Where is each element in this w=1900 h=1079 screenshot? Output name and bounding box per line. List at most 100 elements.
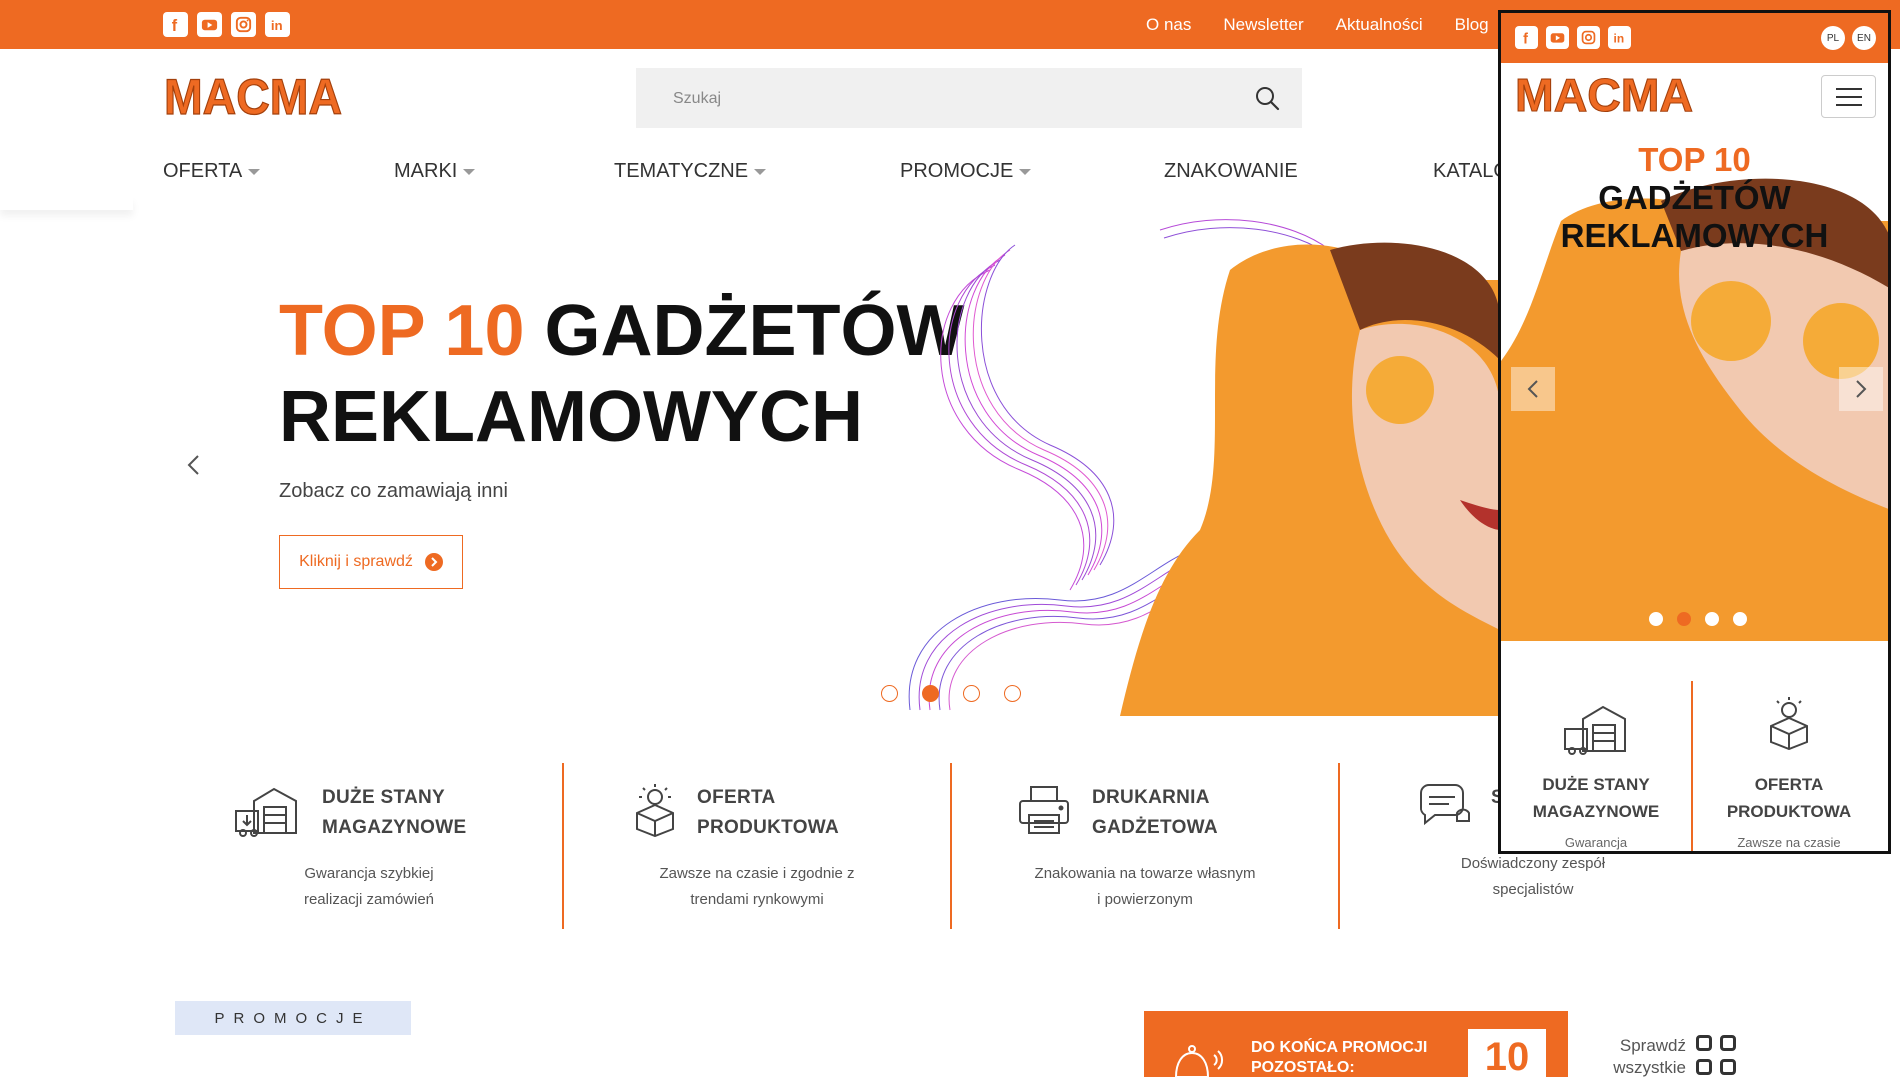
menu-oferta[interactable]: OFERTA	[163, 160, 261, 183]
slider-dot-active[interactable]	[922, 685, 939, 702]
warehouse-icon	[234, 783, 298, 842]
hero-title: TOP 10 GADŻETÓW REKLAMOWYCH	[279, 291, 965, 457]
slider-dots	[881, 685, 1021, 702]
countdown-text: DO KOŃCA PROMOCJI POZOSTAŁO:	[1251, 1039, 1428, 1076]
mobile-slider-dots	[1649, 612, 1747, 626]
feature-title: DUŻE STANY	[1542, 775, 1650, 794]
slider-dot-active[interactable]	[1677, 612, 1691, 626]
bell-icon	[1166, 1039, 1226, 1077]
feature-description: Zawsze na czasie i zgodnie z trendami ry…	[659, 865, 855, 908]
feature-description: Gwarancja	[1564, 835, 1628, 850]
support-chat-icon	[1417, 783, 1471, 842]
hero-subtitle: Zobacz co zamawiają inni	[279, 480, 508, 502]
linkedin-icon[interactable]: in	[265, 12, 290, 37]
language-switcher: PL EN	[1821, 26, 1876, 50]
grid-view-icon[interactable]	[1696, 1035, 1736, 1075]
hamburger-menu-icon[interactable]	[1821, 75, 1876, 118]
slider-dot[interactable]	[881, 685, 898, 702]
search-input[interactable]: Szukaj	[673, 90, 721, 108]
lightbulb-box-icon	[633, 783, 677, 842]
instagram-icon[interactable]	[1577, 26, 1600, 49]
feature-description: Zawsze na czasie	[1737, 835, 1841, 850]
facebook-icon[interactable]: f	[163, 12, 188, 37]
mobile-features: DUŻE STANY MAGAZYNOWE Gwarancja OFERTA P…	[1501, 681, 1888, 851]
menu-shadow	[0, 196, 133, 210]
menu-znakowanie[interactable]: ZNAKOWANIE	[1164, 160, 1298, 183]
svg-text:f: f	[172, 17, 178, 34]
see-all-link[interactable]: Sprawdź wszystkie	[1600, 1035, 1686, 1079]
svg-text:in: in	[1614, 32, 1625, 46]
slider-dot[interactable]	[1733, 612, 1747, 626]
feature-title: GADŻETOWA	[1092, 817, 1218, 838]
instagram-icon[interactable]	[231, 12, 256, 37]
feature-title: MAGAZYNOWE	[1532, 802, 1660, 821]
slider-dot[interactable]	[963, 685, 980, 702]
youtube-icon[interactable]	[1546, 26, 1569, 49]
svg-text:MACMA: MACMA	[1515, 77, 1693, 115]
mobile-hero-title: TOP 10 GADŻETÓW REKLAMOWYCH	[1560, 141, 1829, 254]
linkedin-icon[interactable]: in	[1608, 26, 1631, 49]
top-nav: O nas Newsletter Aktualności Blog	[1146, 0, 1489, 49]
macma-logo[interactable]: MACMA	[163, 68, 343, 125]
svg-text:f: f	[1523, 31, 1528, 46]
feature-title: MAGAZYNOWE	[322, 817, 467, 838]
chevron-down-icon	[463, 168, 476, 175]
hero-cta-button[interactable]: Kliknij i sprawdź	[279, 535, 463, 589]
top-nav-o-nas[interactable]: O nas	[1146, 15, 1191, 35]
search-bar[interactable]: Szukaj	[636, 68, 1302, 128]
countdown-value: 10	[1468, 1029, 1546, 1077]
feature-divider	[950, 763, 952, 929]
mobile-hero-slider: TOP 10 GADŻETÓW REKLAMOWYCH	[1501, 131, 1888, 641]
mobile-slider-prev-button[interactable]	[1511, 367, 1555, 411]
youtube-icon[interactable]	[197, 12, 222, 37]
feature-offer: OFERTA PRODUKTOWA Zawsze na czasie i zgo…	[563, 763, 951, 929]
menu-marki[interactable]: MARKI	[394, 160, 476, 183]
slider-prev-button[interactable]	[172, 443, 216, 487]
macma-logo[interactable]: MACMA	[1514, 68, 1694, 121]
arrow-right-icon	[424, 553, 443, 571]
feature-description: Gwarancja szybkiej realizacji zamówień	[303, 865, 435, 908]
mobile-slider-next-button[interactable]	[1839, 367, 1883, 411]
feature-stock: DUŻE STANY MAGAZYNOWE Gwarancja szybkiej…	[175, 763, 563, 929]
svg-text:in: in	[271, 18, 283, 33]
facebook-icon[interactable]: f	[1515, 26, 1538, 49]
slider-dot[interactable]	[1004, 685, 1021, 702]
feature-title: DUŻE STANY	[322, 787, 445, 808]
mobile-preview: f in PL EN MACMA TOP 10 GADŻETÓW REKLAMO…	[1498, 10, 1891, 854]
promo-countdown[interactable]: DO KOŃCA PROMOCJI POZOSTAŁO: 10	[1144, 1011, 1568, 1077]
menu-promocje[interactable]: PROMOCJE	[900, 160, 1032, 183]
feature-description: Doświadczony zespół specjalistów	[1460, 855, 1606, 898]
feature-divider	[1338, 763, 1340, 929]
feature-description: Znakowania na towarze własnym i powierzo…	[1034, 865, 1256, 908]
top-nav-aktualnosci[interactable]: Aktualności	[1336, 15, 1423, 35]
slider-dot[interactable]	[1649, 612, 1663, 626]
mobile-feature-offer: OFERTA PRODUKTOWA Zawsze na czasie	[1694, 681, 1884, 851]
feature-title: PRODUKTOWA	[697, 817, 839, 838]
chevron-down-icon	[1019, 168, 1032, 175]
feature-title: OFERTA	[697, 787, 776, 808]
warehouse-icon	[1563, 701, 1627, 760]
mobile-social-links: f in	[1515, 26, 1631, 49]
feature-divider	[562, 763, 564, 929]
chevron-down-icon	[754, 168, 767, 175]
feature-title: PRODUKTOWA	[1726, 802, 1852, 821]
feature-divider	[1691, 681, 1693, 851]
promotions-label: PROMOCJE	[175, 1001, 411, 1035]
printer-icon	[1017, 783, 1071, 842]
features-row: DUŻE STANY MAGAZYNOWE Gwarancja szybkiej…	[0, 763, 1605, 931]
lang-pl-button[interactable]: PL	[1821, 26, 1845, 50]
lang-en-button[interactable]: EN	[1852, 26, 1876, 50]
feature-title: DRUKARNIA	[1092, 787, 1210, 808]
chevron-down-icon	[248, 168, 261, 175]
feature-printing: DRUKARNIA GADŻETOWA Znakowania na towarz…	[951, 763, 1339, 929]
search-icon[interactable]	[1254, 85, 1280, 116]
social-links: f in	[163, 12, 290, 37]
feature-title: OFERTA	[1754, 775, 1824, 794]
top-nav-newsletter[interactable]: Newsletter	[1223, 15, 1303, 35]
menu-tematyczne[interactable]: TEMATYCZNE	[614, 160, 767, 183]
svg-text:MACMA: MACMA	[164, 76, 342, 118]
lightbulb-box-icon	[1767, 696, 1811, 755]
slider-dot[interactable]	[1705, 612, 1719, 626]
top-nav-blog[interactable]: Blog	[1455, 15, 1489, 35]
mobile-top-bar: f in PL EN	[1501, 13, 1888, 63]
